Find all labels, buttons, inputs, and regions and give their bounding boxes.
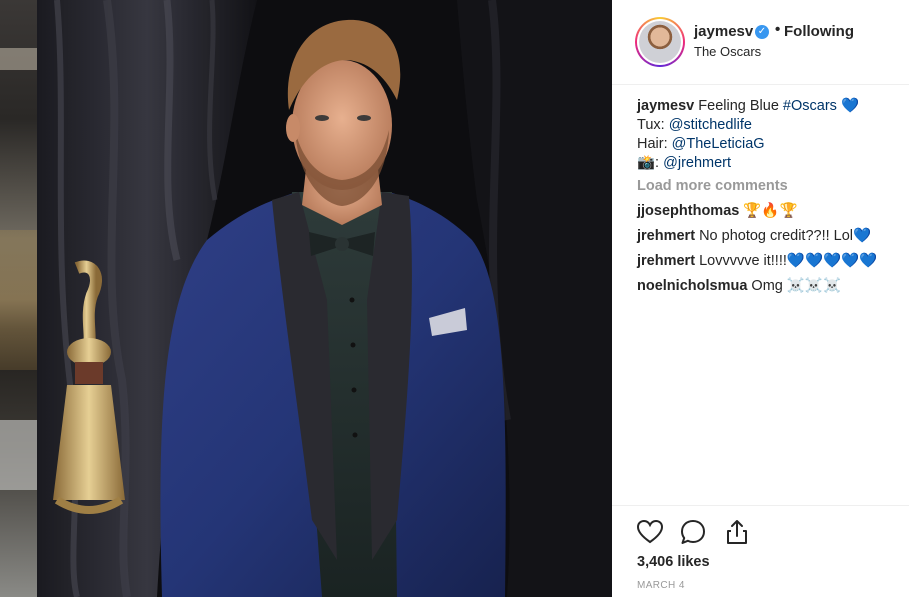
post-location[interactable]: The Oscars bbox=[694, 44, 761, 59]
credit-label: Tux: bbox=[637, 117, 665, 133]
share-icon[interactable] bbox=[723, 518, 751, 546]
comment-text: Omg ☠️☠️☠️ bbox=[751, 278, 842, 294]
comment-item: jrehmert No photog credit??!! Lol💙 bbox=[637, 227, 902, 246]
comment-item: noelnicholsmua Omg ☠️☠️☠️ bbox=[637, 277, 902, 296]
post-date[interactable]: MARCH 4 bbox=[637, 580, 685, 591]
photo-illustration bbox=[37, 0, 612, 597]
post-actions-bar: 3,406 likes MARCH 4 bbox=[612, 505, 909, 597]
comment-username[interactable]: jjosephthomas bbox=[637, 203, 739, 219]
caption-line: jaymesv Feeling Blue #Oscars 💙 bbox=[637, 97, 902, 116]
caption-username[interactable]: jaymesv bbox=[637, 98, 694, 114]
following-button[interactable]: Following bbox=[784, 23, 854, 40]
comment-bubble-icon[interactable] bbox=[679, 518, 707, 546]
previous-post-band bbox=[0, 230, 37, 370]
comments-section: jaymesv Feeling Blue #Oscars 💙 Tux: @sti… bbox=[637, 97, 902, 302]
camera-emoji: 📸: bbox=[637, 155, 660, 171]
comment-item: jrehmert Lovvvvve it!!!!💙💙💙💙💙 bbox=[637, 252, 902, 271]
separator-dot: • bbox=[775, 21, 781, 38]
credit-handle[interactable]: @TheLeticiaG bbox=[672, 136, 765, 152]
avatar-ring bbox=[637, 19, 683, 65]
load-more-comments-button[interactable]: Load more comments bbox=[637, 177, 902, 196]
caption-text: Feeling Blue bbox=[698, 98, 779, 114]
comment-text: 🏆🔥🏆 bbox=[743, 203, 798, 219]
caption-credit-hair: Hair: @TheLeticiaG bbox=[637, 135, 902, 154]
profile-avatar[interactable] bbox=[635, 17, 685, 67]
blue-heart-emoji: 💙 bbox=[840, 98, 860, 114]
caption-credit-photo: 📸: @jrehmert bbox=[637, 154, 902, 173]
credit-label: Hair: bbox=[637, 136, 668, 152]
heart-icon[interactable] bbox=[636, 518, 664, 546]
caption-hashtag[interactable]: #Oscars bbox=[783, 98, 837, 114]
post-photo[interactable] bbox=[37, 0, 612, 597]
comment-item: jjosephthomas 🏆🔥🏆 bbox=[637, 202, 902, 221]
verified-badge-icon: ✓ bbox=[755, 25, 769, 39]
previous-post-band bbox=[0, 420, 37, 490]
avatar-image bbox=[639, 21, 681, 63]
previous-post-edge[interactable] bbox=[0, 0, 37, 597]
post-header: jaymesv ✓ • Following The Oscars bbox=[612, 0, 909, 85]
comment-username[interactable]: jrehmert bbox=[637, 228, 695, 244]
comment-username[interactable]: noelnicholsmua bbox=[637, 278, 747, 294]
previous-post-band bbox=[0, 48, 37, 70]
caption-credit-tux: Tux: @stitchedlife bbox=[637, 116, 902, 135]
comment-text: No photog credit??!! Lol💙 bbox=[699, 228, 872, 244]
like-count[interactable]: 3,406 likes bbox=[637, 554, 710, 570]
post-side-panel: jaymesv ✓ • Following The Oscars jaymesv… bbox=[612, 0, 909, 597]
credit-handle[interactable]: @stitchedlife bbox=[669, 117, 752, 133]
comment-username[interactable]: jrehmert bbox=[637, 253, 695, 269]
credit-handle[interactable]: @jrehmert bbox=[663, 155, 731, 171]
post-username[interactable]: jaymesv bbox=[694, 23, 753, 40]
comment-text: Lovvvvve it!!!!💙💙💙💙💙 bbox=[699, 253, 878, 269]
